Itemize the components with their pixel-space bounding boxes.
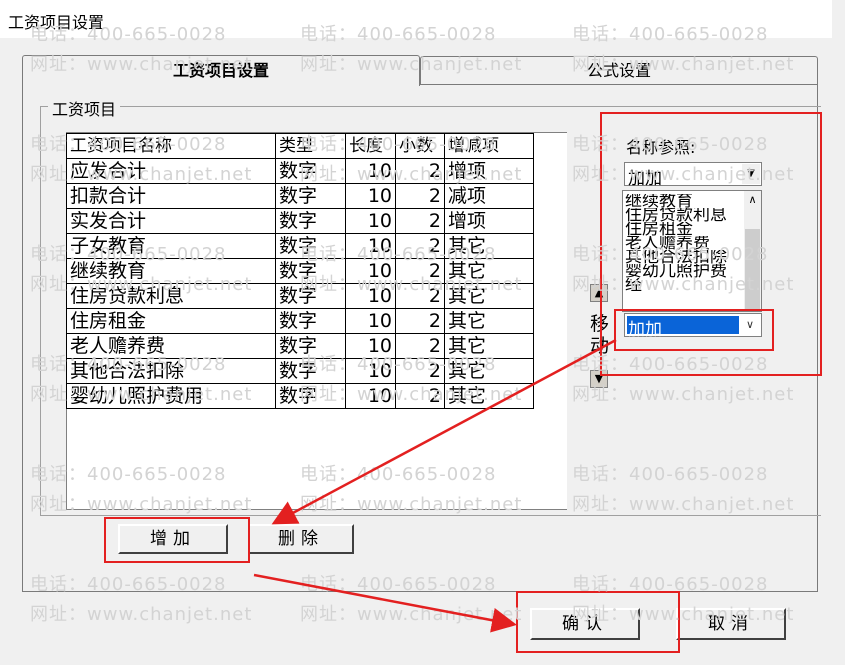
watermark-phone: 电话：400-665-0028	[30, 574, 227, 595]
watermark-site: 网址：www.chanjet.net	[300, 384, 523, 405]
watermark-phone: 电话：400-665-0028	[572, 244, 769, 265]
table-row[interactable]: 实发合计 数字 10 2 增项	[66, 208, 534, 234]
tab-joint	[23, 83, 417, 86]
watermark-phone: 电话：400-665-0028	[572, 134, 769, 155]
table-cell[interactable]: 数字	[275, 183, 346, 209]
watermark-site: 网址：www.chanjet.net	[572, 494, 795, 515]
table-cell[interactable]: 10	[345, 183, 396, 209]
watermark-site: 网址：www.chanjet.net	[572, 164, 795, 185]
watermark-phone: 电话：400-665-0028	[300, 464, 497, 485]
table-cell[interactable]: 减项	[444, 183, 534, 209]
table-cell[interactable]: 增项	[444, 208, 534, 234]
table-row[interactable]: 扣款合计 数字 10 2 减项	[66, 183, 534, 209]
watermark-site: 网址：www.chanjet.net	[572, 384, 795, 405]
watermark-site: 网址：www.chanjet.net	[300, 604, 523, 625]
table-cell[interactable]: 10	[345, 208, 396, 234]
window-edge	[832, 0, 845, 665]
watermark-phone: 电话：400-665-0028	[572, 354, 769, 375]
table-cell[interactable]: 实发合计	[66, 208, 276, 234]
watermark-phone: 电话：400-665-0028	[30, 354, 227, 375]
watermark-site: 网址：www.chanjet.net	[572, 274, 795, 295]
watermark-phone: 电话：400-665-0028	[300, 134, 497, 155]
watermark-phone: 电话：400-665-0028	[30, 134, 227, 155]
watermark-site: 网址：www.chanjet.net	[300, 274, 523, 295]
table-cell[interactable]: 2	[395, 183, 445, 209]
table-cell[interactable]: 10	[345, 308, 396, 334]
watermark-site: 网址：www.chanjet.net	[30, 384, 253, 405]
watermark-site: 网址：www.chanjet.net	[30, 274, 253, 295]
annotation-box-add	[104, 517, 250, 563]
watermark-phone: 电话：400-665-0028	[30, 24, 227, 45]
watermark-site: 网址：www.chanjet.net	[300, 164, 523, 185]
delete-button-label: 删除	[278, 529, 324, 549]
watermark-phone: 电话：400-665-0028	[572, 24, 769, 45]
watermark-phone: 电话：400-665-0028	[30, 464, 227, 485]
table-cell[interactable]: 住房租金	[66, 308, 276, 334]
table-cell[interactable]: 数字	[275, 308, 346, 334]
annotation-box-edit	[614, 309, 774, 351]
table-cell[interactable]: 其它	[444, 308, 534, 334]
watermark-phone: 电话：400-665-0028	[30, 244, 227, 265]
watermark-site: 网址：www.chanjet.net	[30, 54, 253, 75]
watermark-phone: 电话：400-665-0028	[300, 574, 497, 595]
watermark-phone: 电话：400-665-0028	[572, 464, 769, 485]
watermark-phone: 电话：400-665-0028	[300, 24, 497, 45]
watermark-phone: 电话：400-665-0028	[300, 354, 497, 375]
watermark-site: 网址：www.chanjet.net	[300, 54, 523, 75]
watermark-site: 网址：www.chanjet.net	[30, 604, 253, 625]
watermark-phone: 电话：400-665-0028	[300, 244, 497, 265]
watermark-site: 网址：www.chanjet.net	[300, 494, 523, 515]
watermark-site: 网址：www.chanjet.net	[30, 164, 253, 185]
table-cell[interactable]: 扣款合计	[66, 183, 276, 209]
table-cell[interactable]: 2	[395, 308, 445, 334]
table-cell[interactable]: 数字	[275, 208, 346, 234]
watermark-site: 网址：www.chanjet.net	[572, 604, 795, 625]
group-label: 工资项目	[48, 96, 121, 120]
table-row[interactable]: 住房租金 数字 10 2 其它	[66, 308, 534, 334]
delete-button[interactable]: 删除	[248, 524, 354, 554]
watermark-site: 网址：www.chanjet.net	[572, 54, 795, 75]
watermark-site: 网址：www.chanjet.net	[30, 494, 253, 515]
watermark-phone: 电话：400-665-0028	[572, 574, 769, 595]
table-cell[interactable]: 2	[395, 208, 445, 234]
